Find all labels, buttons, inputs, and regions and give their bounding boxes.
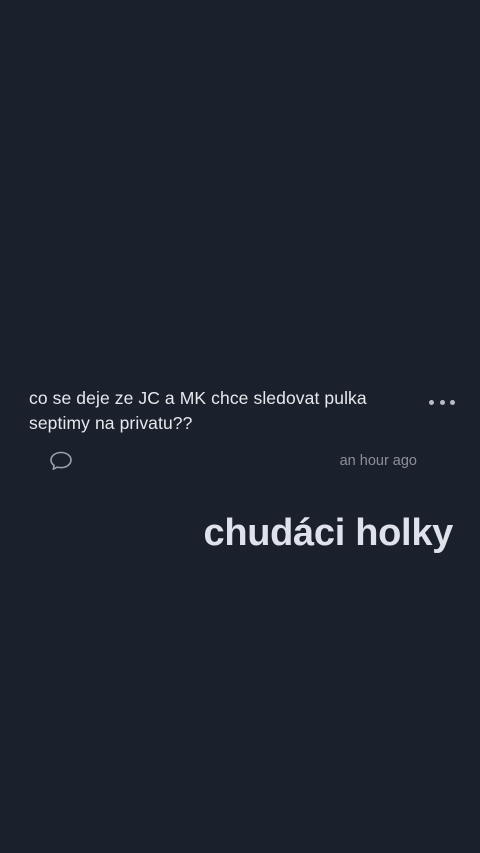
speech-bubble-icon [50, 451, 72, 470]
post-text: co se deje ze JC a MK chce sledovat pulk… [29, 388, 367, 433]
more-options-button[interactable] [426, 394, 458, 410]
story-caption: chudáci holky [203, 512, 453, 554]
post-timestamp: an hour ago [339, 453, 417, 469]
more-dot-icon [439, 399, 445, 405]
comment-button[interactable] [48, 449, 74, 473]
more-dot-icon [429, 399, 434, 405]
app-screen: co se deje ze JC a MK chce sledovat pulk… [0, 0, 480, 853]
post-card[interactable]: co se deje ze JC a MK chce sledovat pulk… [0, 378, 480, 478]
more-dot-icon [450, 399, 455, 405]
